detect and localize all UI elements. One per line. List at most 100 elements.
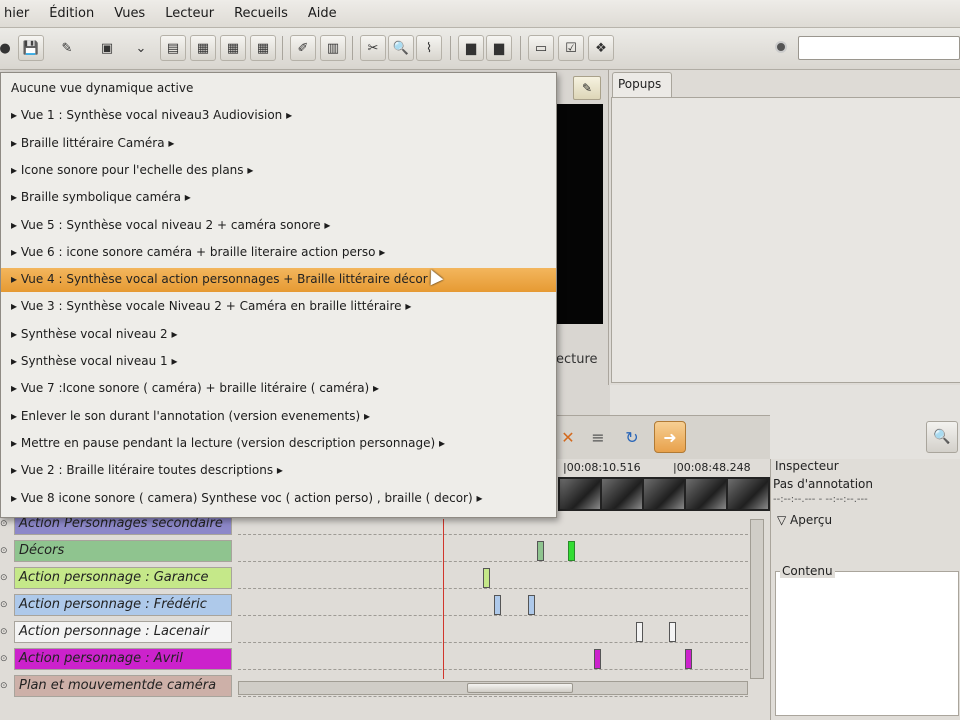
track-label[interactable]: Plan et mouvementde caméra [14,675,232,697]
vues-dropdown-menu: Aucune vue dynamique active ▸ Vue 1 : Syn… [0,72,557,518]
track-toggle-icon[interactable]: ⊙ [0,654,10,664]
tool-icon[interactable]: ⌇ [416,35,442,61]
cut-icon[interactable]: ✂ [360,35,386,61]
popups-body [611,97,960,383]
layout-icon-3[interactable]: ▦ [250,35,276,61]
thumbnail [644,479,684,509]
window-icon[interactable]: ▭ [528,35,554,61]
list-icon[interactable]: ≡ [582,421,614,453]
toolbar-separator [450,36,451,60]
layout-icon-1[interactable]: ▦ [190,35,216,61]
annotation-mark[interactable] [669,622,676,642]
check-icon[interactable]: ☑ [558,35,584,61]
dropdown-item[interactable]: ▸ Braille littéraire Caméra ▸ [1,132,556,156]
note-icon[interactable]: ✐ [290,35,316,61]
apercu-label: Aperçu [790,513,833,527]
toolbar-separator [282,36,283,60]
track-toggle-icon[interactable]: ⊙ [0,573,10,583]
search-input[interactable] [798,36,960,60]
panel-icon-1[interactable]: ▆ [458,35,484,61]
thumbnail-strip[interactable] [558,477,770,511]
playhead[interactable] [443,519,444,679]
menu-edition[interactable]: Édition [39,6,104,21]
timestamp-1: |00:08:10.516 [563,461,641,474]
track-label[interactable]: Action personnage : Garance [14,567,232,589]
track-label[interactable]: Action personnage : Lacenair [14,621,232,643]
annotation-mark[interactable] [568,541,575,561]
layout-icon-2[interactable]: ▦ [220,35,246,61]
timestamp-2: |00:08:48.248 [673,461,751,474]
dropdown-item[interactable]: ▸ Enlever le son durant l'annotation (ve… [1,405,556,429]
dropdown-item[interactable]: ▸ Vue 4 : Synthèse vocal action personna… [1,268,556,293]
track-toggle-icon[interactable]: ⊙ [0,681,10,691]
dropdown-item[interactable]: ▸ Vue 7 :Icone sonore ( caméra) + braill… [1,377,556,401]
dropdown-item[interactable]: ▸ Vue 2 : Braille litéraire toutes descr… [1,459,556,483]
dropdown-item[interactable]: ▸ Vue 1 : Synthèse vocal niveau3 Audiovi… [1,104,556,128]
book-icon[interactable]: ▥ [320,35,346,61]
track-toggle-icon[interactable]: ⊙ [0,600,10,610]
track-toggle-icon[interactable]: ⊙ [0,627,10,637]
toolbar-separator [520,36,521,60]
menu-fichier[interactable]: hier [0,6,39,21]
dropdown-item[interactable]: ▸ Vue 3 : Synthèse vocale Niveau 2 + Cam… [1,295,556,319]
annotation-mark[interactable] [494,595,501,615]
dropdown-item[interactable]: ▸ Braille symbolique caméra ▸ [1,186,556,210]
inspector-time-range: --:--:--.--- - --:--:--.--- [773,494,868,505]
zoom-icon[interactable]: 🔍 [926,421,958,453]
magnifier-icon[interactable]: 🔍 [388,35,414,61]
timeline-vertical-scrollbar[interactable] [750,519,764,679]
track-label[interactable]: Action personnage : Avril [14,648,232,670]
tab-popups[interactable]: Popups [612,72,672,98]
python-icon[interactable]: ❖ [588,35,614,61]
dropdown-item[interactable]: ▸ Synthèse vocal niveau 1 ▸ [1,350,556,374]
thumbnail [560,479,600,509]
annotation-mark[interactable] [537,541,544,561]
edit-icon[interactable]: ✎ [54,35,80,61]
scrollbar-thumb[interactable] [467,683,573,693]
inspector-panel: Inspecteur Pas d'annotation --:--:--.---… [770,459,960,720]
lecture-label: ecture [556,352,598,367]
dropdown-item[interactable]: ▸ Vue 5 : Synthèse vocal niveau 2 + camé… [1,214,556,238]
dropdown-item[interactable]: ▸ Vue 8 icone sonore ( camera) Synthese … [1,487,556,511]
track-lane[interactable] [238,594,748,616]
menu-lecteur[interactable]: Lecteur [155,6,224,21]
dropdown-item[interactable]: ▸ Synthèse vocal niveau 2 ▸ [1,323,556,347]
track-lane[interactable] [238,567,748,589]
track-label[interactable]: Décors [14,540,232,562]
thumbnail [602,479,642,509]
annotation-mark[interactable] [594,649,601,669]
track-lane[interactable] [238,540,748,562]
folder-icon[interactable]: ▣ [94,35,120,61]
notepad-icon[interactable]: ✎ [573,76,601,100]
track-toggle-icon[interactable]: ⊙ [0,546,10,556]
dropdown-item[interactable]: ▸ Mettre en pause pendant la lecture (ve… [1,432,556,456]
annotation-mark[interactable] [685,649,692,669]
toolbar: ● 💾 ✎ ▣ ⌄ ▤ ▦ ▦ ▦ ✐ ▥ ✂ 🔍 ⌇ ▆ ▆ ▭ ☑ ❖ [0,28,960,70]
track-toggle-icon[interactable]: ⊙ [0,519,10,529]
menu-vues[interactable]: Vues [104,6,155,21]
annotation-mark[interactable] [636,622,643,642]
dropdown-item[interactable]: Aucune vue dynamique active [1,77,556,101]
dropdown-item[interactable]: ▸ Vue 6 : icone sonore caméra + braille … [1,241,556,265]
annotation-mark[interactable] [483,568,490,588]
thumbnail [728,479,768,509]
open-icon[interactable]: ● [0,35,18,61]
save-icon[interactable]: 💾 [18,35,44,61]
chevron-down-icon[interactable]: ⌄ [128,35,154,61]
contenu-box[interactable]: Contenu [775,564,959,716]
menu-aide[interactable]: Aide [298,6,347,21]
annotation-mark[interactable] [528,595,535,615]
inspector-subtitle: Pas d'annotation [773,477,873,491]
dropdown-item[interactable]: ▸ Icone sonore pour l'echelle des plans … [1,159,556,183]
menu-recueils[interactable]: Recueils [224,6,298,21]
forward-arrow-icon[interactable]: ➜ [654,421,686,453]
apercu-expander[interactable]: ▽ Aperçu [777,513,832,527]
panel-icon-2[interactable]: ▆ [486,35,512,61]
video-player[interactable] [555,104,603,324]
search-scope-icon[interactable] [775,41,787,53]
chart-icon[interactable]: ▤ [160,35,186,61]
track-lane[interactable] [238,648,748,670]
track-label[interactable]: Action personnage : Frédéric [14,594,232,616]
timeline-horizontal-scrollbar[interactable] [238,681,748,695]
refresh-icon[interactable]: ↻ [616,421,648,453]
